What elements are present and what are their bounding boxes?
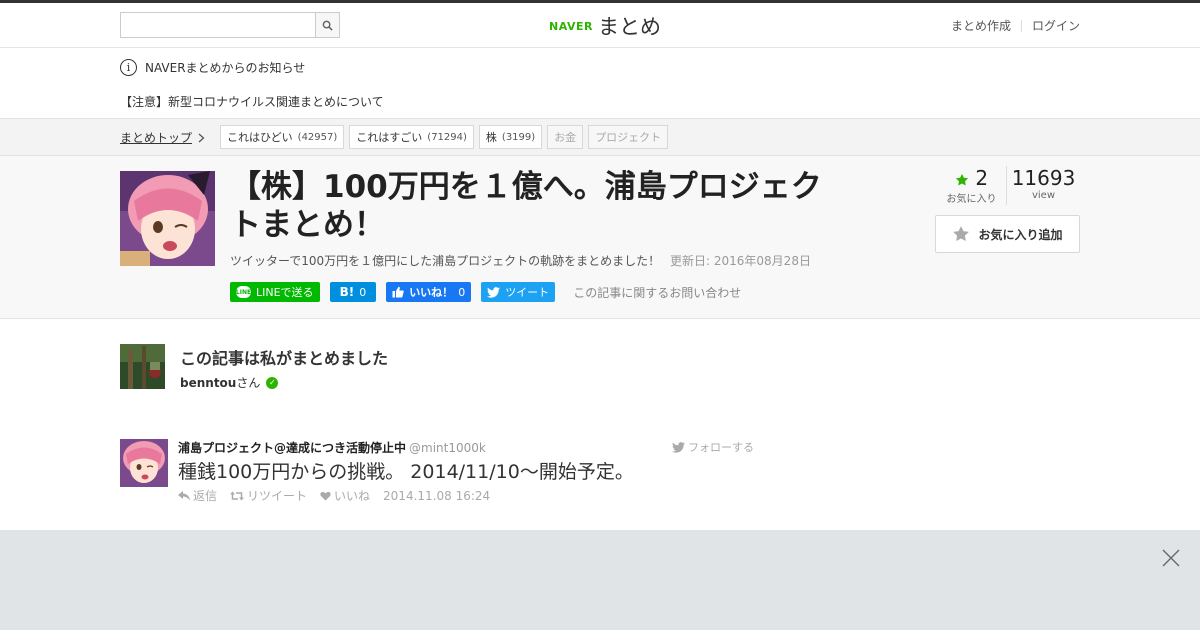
notice-area: i NAVERまとめからのお知らせ 【注意】新型コロナウイルス関連まとめについて — [0, 48, 1200, 118]
matome-top-link[interactable]: まとめトップ — [120, 129, 205, 146]
author-section: この記事は私がまとめました benntouさん ✓ — [0, 319, 1200, 419]
search-input[interactable] — [120, 12, 315, 38]
retweet-label: リツイート — [247, 489, 308, 503]
hatena-count: 0 — [359, 285, 367, 299]
tag-label: プロジェクト — [595, 131, 662, 144]
verified-check-icon: ✓ — [266, 376, 279, 389]
tag-label: お金 — [554, 131, 577, 144]
tag-item[interactable]: お金 — [547, 125, 584, 149]
search-icon — [322, 20, 333, 31]
tweet-display-name[interactable]: 浦島プロジェクト@達成につき活動停止中 — [178, 441, 406, 455]
star-icon — [953, 226, 970, 242]
facebook-like-count: 0 — [458, 285, 466, 299]
updated-date: 更新日: 2016年08月28日 — [670, 254, 811, 268]
add-favorite-label: お気に入り追加 — [978, 227, 1063, 242]
tag-count: (3199) — [501, 131, 536, 143]
twitter-bird-icon — [672, 441, 685, 453]
share-buttons: LINE LINEで送る B! 0 いいね！ 0 ツイート この記事に関するお問… — [230, 282, 741, 302]
retweet-icon — [230, 491, 245, 500]
author-name-row: benntouさん ✓ — [180, 374, 279, 391]
reply-icon — [178, 490, 190, 500]
retweet-button[interactable]: リツイート — [230, 487, 307, 504]
corona-notice-link[interactable]: 【注意】新型コロナウイルス関連まとめについて — [120, 93, 384, 110]
announcement-link[interactable]: i NAVERまとめからのお知らせ — [120, 59, 305, 76]
favorites-label: お気に入り — [946, 194, 997, 205]
matome-top-label: まとめトップ — [120, 131, 193, 145]
tweet-button[interactable]: ツイート — [481, 282, 556, 302]
site-header: NAVER まとめ まとめ作成 ログイン — [0, 3, 1200, 48]
tag-count: (42957) — [297, 131, 338, 143]
star-icon — [955, 173, 969, 185]
tweet-author: 浦島プロジェクト@達成につき活動停止中 @mint1000k — [178, 439, 486, 456]
line-icon: LINE — [236, 286, 251, 298]
logo-naver-text: NAVER — [549, 19, 593, 33]
facebook-like-label: いいね！ — [409, 286, 454, 299]
views-label: view — [1031, 190, 1056, 201]
description-text: ツイッターで100万円を１億円にした浦島プロジェクトの軌跡をまとめました！ — [230, 254, 661, 268]
article-thumbnail — [120, 171, 215, 266]
header-links: まとめ作成 ログイン — [951, 17, 1080, 34]
announcement-text: NAVERまとめからのお知らせ — [145, 61, 306, 75]
article-stats: 2 お気に入り 11693 view — [937, 166, 1080, 205]
add-favorite-button[interactable]: お気に入り追加 — [935, 215, 1080, 253]
follow-button[interactable]: フォローする — [672, 439, 754, 455]
header-divider — [1020, 19, 1022, 32]
logo-matome-text: まとめ — [597, 15, 661, 39]
author-suffix: さん — [236, 376, 261, 390]
tag-item[interactable]: これはひどい (42957) — [220, 125, 345, 149]
like-button[interactable]: いいね — [320, 487, 370, 504]
tag-item[interactable]: プロジェクト — [588, 125, 669, 149]
follow-label: フォローする — [688, 441, 754, 454]
line-share-label: LINEで送る — [256, 286, 314, 299]
author-name[interactable]: benntou — [180, 376, 236, 390]
tweet-handle[interactable]: @mint1000k — [409, 441, 486, 455]
facebook-like-button[interactable]: いいね！ 0 — [386, 282, 472, 302]
tag-list: これはひどい (42957) これはすごい (71294) 株 (3199) お… — [220, 125, 669, 149]
search-button[interactable] — [315, 12, 340, 38]
info-icon: i — [120, 59, 137, 76]
tag-label: これはすごい — [356, 131, 423, 144]
favorites-count: 2 — [975, 166, 989, 190]
hatena-icon: B! — [339, 285, 355, 299]
favorites-stat: 2 お気に入り — [937, 166, 1007, 205]
embedded-tweet: 浦島プロジェクト@達成につき活動停止中 @mint1000k フォローする 種銭1… — [0, 419, 1200, 530]
tweet-avatar[interactable] — [120, 439, 168, 487]
article-title: 【株】100万円を１億へ。浦島プロジェクトまとめ！ — [230, 169, 822, 243]
tweet-actions: 返信 リツイート いいね 2014.11.08 16:24 — [178, 487, 490, 504]
category-bar: まとめトップ これはひどい (42957) これはすごい (71294) 株 (… — [0, 118, 1200, 156]
like-label: いいね — [334, 489, 371, 503]
close-icon[interactable] — [1162, 549, 1180, 567]
twitter-bird-icon — [487, 286, 501, 298]
search-form — [120, 12, 340, 38]
reply-label: 返信 — [193, 489, 218, 503]
tag-label: これはひどい — [227, 131, 293, 144]
site-logo[interactable]: NAVER まとめ — [549, 11, 661, 41]
author-avatar[interactable] — [120, 344, 165, 389]
article-description: ツイッターで100万円を１億円にした浦島プロジェクトの軌跡をまとめました！ 更新… — [230, 252, 811, 269]
views-count: 11693 — [1011, 166, 1076, 190]
chevron-right-icon — [198, 133, 205, 142]
tweet-timestamp[interactable]: 2014.11.08 16:24 — [383, 489, 490, 503]
create-matome-link[interactable]: まとめ作成 — [951, 17, 1011, 34]
tweet-label: ツイート — [505, 286, 550, 299]
tag-item[interactable]: 株 (3199) — [478, 125, 543, 149]
reply-button[interactable]: 返信 — [178, 487, 217, 504]
article-header: 【株】100万円を１億へ。浦島プロジェクトまとめ！ ツイッターで100万円を１億… — [0, 156, 1200, 319]
author-heading: この記事は私がまとめました — [180, 349, 389, 368]
contact-link[interactable]: この記事に関するお問い合わせ — [573, 284, 741, 301]
heart-icon — [320, 491, 331, 501]
hatena-bookmark-button[interactable]: B! 0 — [329, 282, 377, 302]
login-link[interactable]: ログイン — [1032, 17, 1080, 34]
ad-banner — [0, 530, 1200, 630]
line-share-button[interactable]: LINE LINEで送る — [230, 282, 320, 302]
views-stat: 11693 view — [1007, 166, 1080, 205]
tag-count: (71294) — [427, 131, 467, 143]
tag-item[interactable]: これはすごい (71294) — [349, 125, 474, 149]
tweet-text: 種銭100万円からの挑戦。 2014/11/10～開始予定。 — [178, 461, 634, 483]
favorites-count-row: 2 — [937, 166, 1006, 190]
tag-label: 株 — [485, 131, 497, 144]
thumbs-up-icon — [392, 286, 404, 298]
